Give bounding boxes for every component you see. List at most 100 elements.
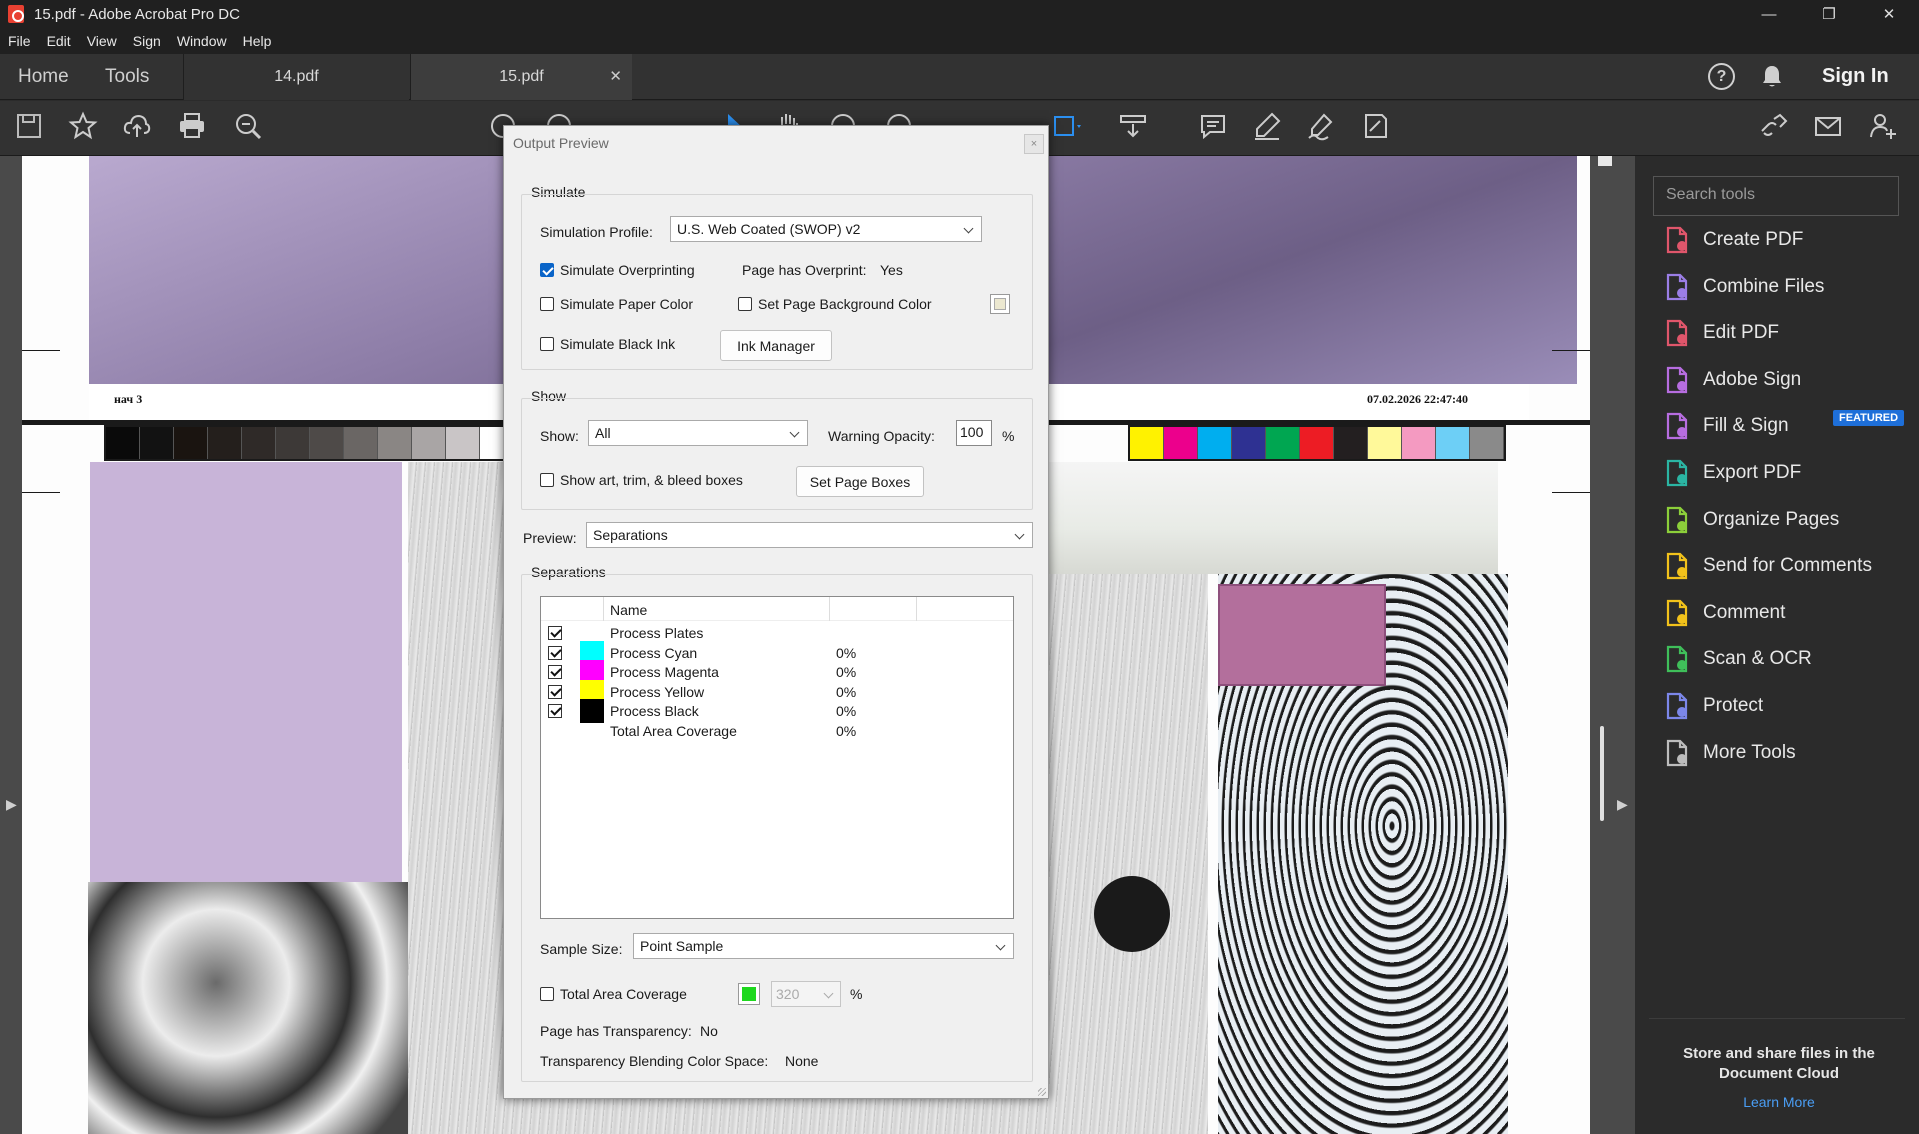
color-patch [1334,427,1368,459]
tool-label: Fill & Sign [1703,415,1789,437]
tool-label: Scan & OCR [1703,648,1812,670]
set-page-background-label: Set Page Background Color [758,296,932,312]
minimize-button[interactable]: — [1739,0,1799,28]
separations-list[interactable]: Name Process Plates Process Cyan 0% Process… [540,596,1014,919]
menu-help[interactable]: Help [235,33,280,49]
coverage-color-swatch[interactable] [738,983,760,1005]
show-boxes-label: Show art, trim, & bleed boxes [560,472,743,488]
tool-scan-ocr[interactable]: Scan & OCR [1663,639,1913,679]
tool-edit-pdf[interactable]: Edit PDF [1663,313,1913,353]
close-window-button[interactable]: ✕ [1859,0,1919,28]
upload-icon[interactable] [122,111,156,145]
sign-in-button[interactable]: Sign In [1822,65,1889,88]
highlight-icon[interactable] [1252,111,1286,145]
tool-adobe-sign[interactable]: Adobe Sign [1663,360,1913,400]
comment-icon[interactable] [1198,111,1232,145]
tool-export-pdf[interactable]: Export PDF [1663,453,1913,493]
simulate-black-ink-checkbox[interactable] [540,337,554,351]
gray-patch [140,427,174,459]
right-pane-toggle-icon[interactable]: ▶ [1617,796,1628,813]
warning-opacity-input[interactable]: 100 [956,420,992,446]
set-page-background-checkbox[interactable] [738,297,752,311]
simulate-overprinting-checkbox[interactable] [540,263,554,277]
menu-window[interactable]: Window [169,33,235,49]
dialog-close-button[interactable]: × [1024,134,1044,154]
simulation-profile-select[interactable]: U.S. Web Coated (SWOP) v2 [670,216,982,242]
window-title: 15.pdf - Adobe Acrobat Pro DC [34,5,240,23]
separations-header: Name [541,597,1013,621]
export-pdf-icon [1663,459,1691,487]
edit-icon[interactable] [1360,111,1394,145]
tool-comment[interactable]: Comment [1663,593,1913,633]
tool-protect[interactable]: Protect [1663,686,1913,726]
page-background-color-swatch[interactable] [990,294,1010,314]
share-link-icon[interactable] [1758,111,1792,145]
blending-space-value: None [785,1053,819,1069]
edit-pdf-icon [1663,319,1691,347]
menu-sign[interactable]: Sign [125,33,169,49]
separation-checkbox[interactable] [548,645,562,660]
close-tab-icon[interactable]: ✕ [609,67,622,85]
color-patch [1436,427,1470,459]
tab-15-pdf[interactable]: 15.pdf ✕ [410,54,632,100]
create-pdf-icon [1663,226,1691,254]
tab-home[interactable]: Home [18,66,69,88]
save-icon[interactable] [14,111,48,145]
tool-combine-files[interactable]: Combine Files [1663,267,1913,307]
scroll-mode-icon[interactable] [1052,111,1086,145]
resize-grip-icon[interactable] [1038,1088,1046,1096]
preview-select[interactable]: Separations [586,522,1033,548]
email-icon[interactable] [1813,111,1847,145]
separation-name: Process Yellow [610,683,705,700]
gray-patch [378,427,412,459]
simulate-paper-color-checkbox[interactable] [540,297,554,311]
menu-file[interactable]: File [0,33,39,49]
vertical-scrollbar[interactable] [1598,156,1612,1134]
tab-tools[interactable]: Tools [105,66,149,88]
coverage-value-select[interactable]: 320 [771,981,841,1007]
color-patch [1198,427,1232,459]
color-patch [1266,427,1300,459]
dialog-title: Output Preview [513,135,609,151]
page-label-left: нач 3 [114,392,143,406]
sample-size-select[interactable]: Point Sample [633,933,1014,959]
ink-manager-button[interactable]: Ink Manager [720,330,832,361]
show-boxes-checkbox[interactable] [540,473,554,487]
scrollbar-thumb[interactable] [1600,726,1604,821]
sign-icon[interactable] [1306,111,1340,145]
separation-checkbox[interactable] [548,704,562,719]
show-select[interactable]: All [588,420,808,446]
menu-view[interactable]: View [79,33,125,49]
star-icon[interactable] [68,111,102,145]
total-area-coverage-checkbox[interactable] [540,987,554,1001]
tool-create-pdf[interactable]: Create PDF [1663,220,1913,260]
add-user-icon[interactable] [1868,111,1902,145]
color-patch [1300,427,1334,459]
separation-row[interactable]: Total Area Coverage 0% [541,719,1013,743]
menu-edit[interactable]: Edit [39,33,79,49]
bell-icon[interactable] [1761,64,1783,94]
tab-bar: Home Tools 14.pdf 15.pdf ✕ ? Sign In [0,54,1919,100]
show-label: Show: [540,428,579,444]
search-tools-input[interactable]: Search tools [1653,176,1899,216]
left-pane-toggle-icon[interactable]: ▶ [6,796,17,813]
set-page-boxes-button[interactable]: Set Page Boxes [796,466,924,497]
crop-mark [1552,492,1590,493]
learn-more-link[interactable]: Learn More [1653,1094,1905,1110]
fit-icon[interactable] [1118,111,1152,145]
tab-14-pdf[interactable]: 14.pdf [183,54,409,100]
print-icon[interactable] [177,111,211,145]
separation-checkbox[interactable] [548,665,562,680]
separation-checkbox[interactable] [548,684,562,699]
help-icon[interactable]: ? [1708,63,1735,90]
warning-opacity-label: Warning Opacity: [828,428,935,444]
tool-organize-pages[interactable]: Organize Pages [1663,500,1913,540]
zoom-search-icon[interactable] [233,111,267,145]
separation-checkbox[interactable] [548,626,562,640]
more-tools-icon [1663,739,1691,767]
textured-artwork [88,882,408,1134]
tool-more-tools[interactable]: More Tools [1663,733,1913,773]
gray-patch [344,427,378,459]
tool-send-for-comments[interactable]: Send for Comments [1663,546,1913,586]
maximize-button[interactable]: ❐ [1799,0,1859,28]
